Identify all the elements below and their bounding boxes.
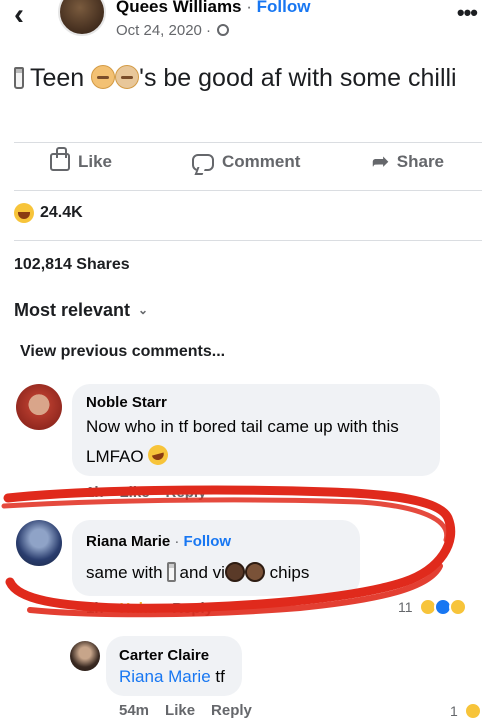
face-emoji-icon	[91, 65, 116, 89]
avatar[interactable]	[16, 384, 62, 430]
comment-text-part3: chips	[269, 563, 310, 582]
comment-label: Comment	[222, 152, 301, 171]
share-button[interactable]: ➦ Share	[372, 152, 444, 172]
post-header: ‹ Quees Williams · Follow Oct 24, 2020 ·…	[0, 0, 495, 50]
divider	[14, 190, 482, 191]
rolling-laugh-emoji-icon	[146, 442, 171, 468]
comment-reactions[interactable]: 1	[450, 702, 482, 720]
follow-button[interactable]: Follow	[257, 0, 311, 16]
bottle-emoji-icon	[166, 562, 176, 582]
comment-reply-button[interactable]: Reply	[166, 484, 207, 501]
like-label: Like	[78, 152, 113, 171]
post-text-part2: 's be good af with some chilli	[139, 64, 457, 92]
sort-dropdown[interactable]: Most relevant ⌄	[14, 300, 148, 321]
avatar[interactable]	[16, 520, 62, 566]
comment-time[interactable]: 54m	[119, 702, 149, 719]
separator: ·	[246, 0, 252, 16]
haha-reaction-icon	[14, 203, 34, 223]
comment-like-button[interactable]: Like	[165, 702, 195, 719]
post-text-part1: Teen	[30, 64, 85, 92]
chevron-left-icon[interactable]: ‹	[14, 0, 24, 30]
comment-text-line1: Now who in tf bored tail came up with th…	[86, 417, 399, 436]
date-text: Oct 24, 2020 ·	[116, 22, 212, 39]
share-arrow-icon: ➦	[372, 151, 389, 173]
comment-reply-button[interactable]: Reply	[211, 702, 252, 719]
separator: ·	[174, 533, 180, 550]
girl-emoji-icon	[224, 562, 245, 582]
sort-label: Most relevant	[14, 300, 131, 320]
comment-button[interactable]: Comment	[192, 152, 300, 172]
ellipsis-icon[interactable]: •••	[457, 0, 478, 26]
girl-emoji-icon-2	[244, 562, 265, 582]
chevron-down-icon: ⌄	[138, 303, 149, 317]
haha-reaction-icon	[463, 702, 482, 720]
comment-like-button[interactable]: Like	[120, 484, 150, 501]
like-button[interactable]: Like	[50, 147, 113, 172]
comment-text-part2: and vi	[179, 563, 225, 582]
thumbs-up-icon	[50, 147, 70, 171]
author-name[interactable]: Quees Williams	[116, 0, 242, 16]
comment-meta: 54m Like Reply	[119, 702, 252, 719]
commenter-name[interactable]: Riana Marie	[86, 533, 170, 550]
reaction-count: 24.4K	[40, 204, 83, 221]
comment-time[interactable]: 1h	[86, 484, 104, 501]
reaction-summary[interactable]: 24.4K	[14, 203, 83, 223]
commenter-name-line: Riana Marie · Follow	[86, 533, 231, 550]
commenter-name[interactable]: Noble Starr	[86, 394, 167, 411]
comment-text: Riana Marie tf	[119, 662, 225, 692]
mention-link[interactable]: Riana Marie	[119, 667, 211, 686]
comment-meta: 1h Like Reply	[86, 484, 206, 501]
comment-text-line2: LMFAO	[86, 447, 144, 466]
author-avatar[interactable]	[58, 0, 106, 36]
comment-haha-button[interactable]: Haha	[120, 600, 157, 617]
comment-text: same with and vi chips	[86, 558, 309, 588]
action-bar: Like Comment ➦ Share	[0, 147, 495, 184]
comment-text-body: tf	[215, 667, 225, 686]
post-text: Teen 's be good af with some chilli	[14, 62, 484, 95]
divider	[14, 240, 482, 241]
share-label: Share	[396, 152, 445, 171]
avatar[interactable]	[70, 641, 100, 671]
comment-bubble-icon	[192, 153, 214, 171]
view-previous-comments[interactable]: View previous comments...	[20, 343, 225, 361]
divider	[14, 142, 482, 143]
author-line: Quees Williams · Follow	[116, 0, 310, 17]
follow-button[interactable]: Follow	[184, 533, 232, 550]
reaction-count: 1	[450, 703, 458, 719]
comment-text: Now who in tf bored tail came up with th…	[86, 412, 399, 472]
share-count[interactable]: 102,814 Shares	[14, 256, 130, 274]
globe-icon	[217, 24, 230, 36]
comment-time[interactable]: 1h	[86, 600, 104, 617]
comment-text-part1: same with	[86, 563, 163, 582]
comment-meta: 1h Haha Reply	[86, 600, 213, 617]
reaction-count: 11	[398, 599, 413, 615]
comment-reply-button[interactable]: Reply	[172, 600, 213, 617]
bottle-emoji-icon	[14, 67, 24, 89]
comment-reactions[interactable]: 11	[398, 598, 467, 616]
wow-reaction-icon	[448, 598, 467, 616]
post-date[interactable]: Oct 24, 2020 ·	[116, 22, 230, 39]
face-emoji-icon-2	[115, 65, 140, 89]
